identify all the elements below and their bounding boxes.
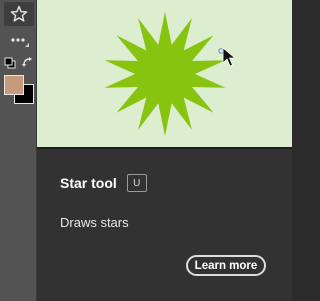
star-tool-button[interactable]: [4, 2, 34, 26]
swap-colors-icon[interactable]: [22, 57, 34, 69]
shortcut-badge: U: [126, 174, 147, 192]
foreground-color-swatch[interactable]: [4, 75, 24, 95]
star-icon: [10, 5, 28, 22]
default-colors-icon[interactable]: [4, 57, 16, 69]
more-tools-button[interactable]: [4, 28, 34, 52]
tool-tooltip: Star tool U Draws stars Learn more: [37, 0, 292, 301]
ellipsis-icon: [11, 38, 29, 47]
tools-panel: [0, 0, 36, 301]
learn-more-button[interactable]: Learn more: [186, 255, 266, 276]
preview-divider: [37, 147, 292, 149]
tool-preview: [37, 0, 292, 147]
tool-title: Star tool: [60, 175, 117, 191]
tool-title-row: Star tool U: [60, 174, 147, 192]
tool-description: Draws stars: [60, 215, 129, 230]
